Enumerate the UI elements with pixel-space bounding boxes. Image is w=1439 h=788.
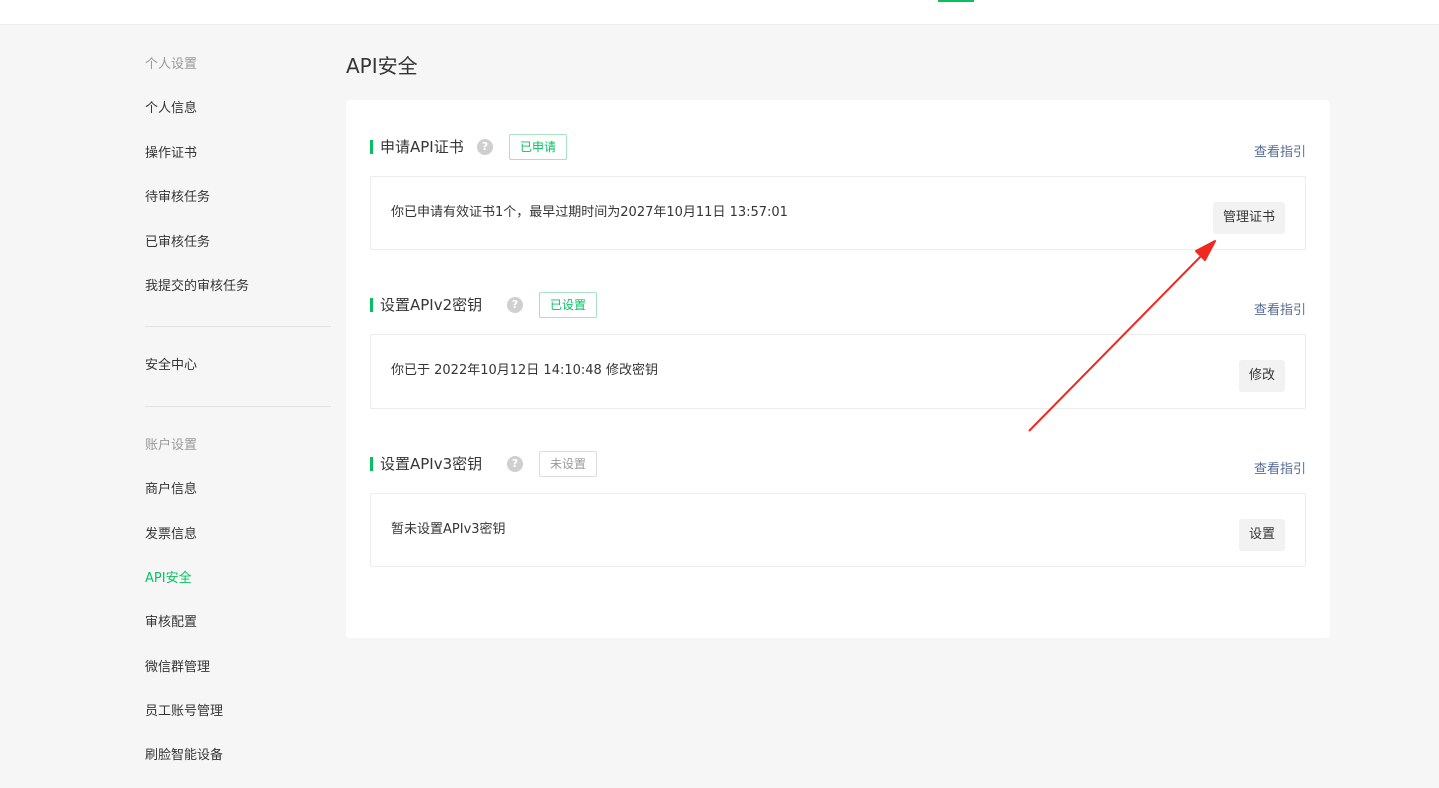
question-mark-icon[interactable]: ?	[507, 297, 523, 313]
section-header: 设置APIv2密钥 ? 已设置 查看指引	[370, 290, 1306, 320]
sidebar-item-invoice-info[interactable]: 发票信息	[145, 525, 197, 545]
view-guide-link[interactable]: 查看指引	[1254, 144, 1306, 162]
section-title: 申请API证书	[380, 138, 464, 156]
sidebar-item-pending-review[interactable]: 待审核任务	[145, 188, 210, 208]
sidebar-item-face-recognition-devices[interactable]: 刷脸智能设备	[145, 746, 223, 766]
sidebar-item-wechat-group-management[interactable]: 微信群管理	[145, 658, 210, 678]
section-title: 设置APIv2密钥	[380, 296, 483, 314]
section-content-box: 暂未设置APIv3密钥 设置	[370, 493, 1306, 567]
section-content-box: 你已于 2022年10月12日 14:10:48 修改密钥 修改	[370, 334, 1306, 409]
status-badge: 已设置	[539, 292, 598, 318]
status-badge: 已申请	[509, 134, 568, 160]
api-security-card: 申请API证书 ? 已申请 查看指引 你已申请有效证书1个，最早过期时间为202…	[346, 100, 1330, 638]
certificate-status-text: 你已申请有效证书1个，最早过期时间为2027年10月11日 13:57:01	[391, 205, 788, 220]
section-header: 申请API证书 ? 已申请 查看指引	[370, 132, 1306, 162]
view-guide-link[interactable]: 查看指引	[1254, 461, 1306, 479]
sidebar-group-personal-settings: 个人设置	[145, 57, 198, 72]
status-badge: 未设置	[539, 451, 598, 477]
section-header: 设置APIv3密钥 ? 未设置 查看指引	[370, 449, 1306, 479]
question-mark-icon[interactable]: ?	[477, 139, 493, 155]
section-accent-bar	[370, 298, 373, 312]
sidebar-group-account-settings: 账户设置	[145, 438, 198, 453]
sidebar-item-operation-certificate[interactable]: 操作证书	[145, 144, 197, 164]
apiv3-key-status-text: 暂未设置APIv3密钥	[391, 522, 506, 537]
top-nav-active-indicator	[938, 0, 974, 2]
page-title: API安全	[346, 54, 418, 78]
section-apiv3-key: 设置APIv3密钥 ? 未设置 查看指引 暂未设置APIv3密钥 设置	[370, 449, 1306, 567]
section-accent-bar	[370, 457, 373, 471]
sidebar-item-staff-account-management[interactable]: 员工账号管理	[145, 702, 223, 722]
sidebar-divider	[145, 326, 331, 327]
sidebar-item-personal-info[interactable]: 个人信息	[145, 99, 197, 119]
manage-certificate-button[interactable]: 管理证书	[1212, 202, 1285, 234]
view-guide-link[interactable]: 查看指引	[1254, 302, 1306, 320]
section-title: 设置APIv3密钥	[380, 455, 483, 473]
sidebar-item-security-center[interactable]: 安全中心	[145, 356, 197, 376]
section-api-certificate: 申请API证书 ? 已申请 查看指引 你已申请有效证书1个，最早过期时间为202…	[370, 132, 1306, 250]
section-apiv2-key: 设置APIv2密钥 ? 已设置 查看指引 你已于 2022年10月12日 14:…	[370, 290, 1306, 409]
sidebar-item-review-config[interactable]: 审核配置	[145, 613, 197, 633]
section-accent-bar	[370, 140, 373, 154]
modify-key-button[interactable]: 修改	[1238, 360, 1285, 392]
question-mark-icon[interactable]: ?	[507, 456, 523, 472]
apiv2-key-status-text: 你已于 2022年10月12日 14:10:48 修改密钥	[391, 363, 658, 378]
top-bar	[0, 0, 1439, 25]
set-key-button[interactable]: 设置	[1238, 519, 1285, 551]
sidebar-item-merchant-info[interactable]: 商户信息	[145, 480, 197, 500]
sidebar-item-my-submitted-review[interactable]: 我提交的审核任务	[145, 277, 249, 297]
sidebar-item-reviewed[interactable]: 已审核任务	[145, 233, 210, 253]
sidebar-item-api-security[interactable]: API安全	[145, 569, 192, 589]
sidebar-divider	[145, 406, 331, 407]
section-content-box: 你已申请有效证书1个，最早过期时间为2027年10月11日 13:57:01 管…	[370, 176, 1306, 250]
